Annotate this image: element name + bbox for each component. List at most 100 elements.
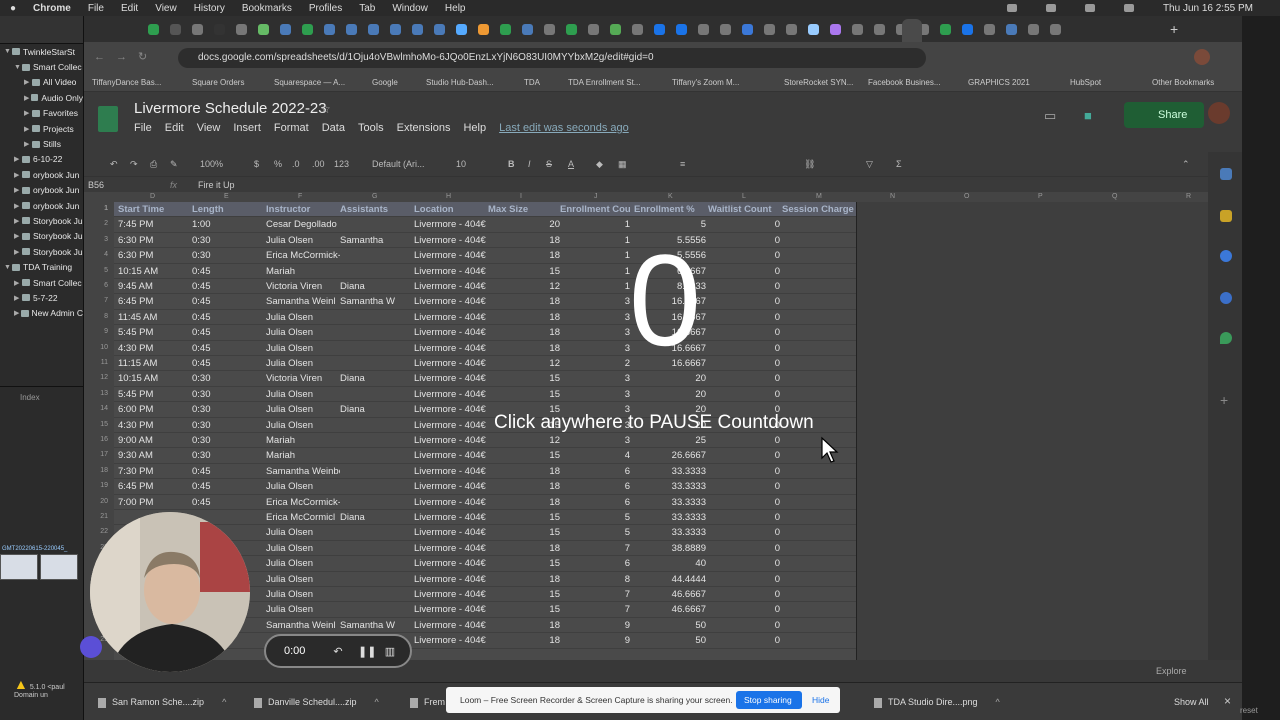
table-cell[interactable]: 0	[708, 481, 780, 492]
table-cell[interactable]: 0:45	[192, 358, 266, 369]
tab-favicon[interactable]	[346, 24, 357, 35]
bookmark-item[interactable]: Studio Hub-Dash...	[426, 78, 494, 87]
row-number[interactable]: 18	[84, 467, 108, 474]
avatar[interactable]	[1208, 102, 1230, 124]
table-cell[interactable]: 40	[634, 558, 706, 569]
download-item[interactable]: Danville Schedul....zip ^	[254, 697, 379, 708]
column-letter[interactable]: N	[890, 193, 895, 200]
table-cell[interactable]: Samantha W	[340, 296, 414, 307]
table-cell[interactable]: 0	[708, 543, 780, 554]
table-cell[interactable]: 3	[560, 389, 630, 400]
column-letter[interactable]: E	[224, 193, 229, 200]
table-cell[interactable]: 0	[708, 373, 780, 384]
table-cell[interactable]: 6:45 PM	[118, 481, 192, 492]
cell-reference[interactable]: B56	[88, 180, 104, 190]
tab-favicon[interactable]	[940, 24, 951, 35]
table-cell[interactable]: 9:00 AM	[118, 435, 192, 446]
row-number[interactable]: 5	[84, 267, 108, 274]
disclosure-icon[interactable]: ▶	[24, 94, 31, 102]
row-number[interactable]: 3	[84, 236, 108, 243]
table-cell[interactable]: 0:45	[192, 281, 266, 292]
table-cell[interactable]: Livermore - 404€	[414, 435, 488, 446]
table-cell[interactable]: 12	[488, 358, 560, 369]
tab-favicon[interactable]	[676, 24, 687, 35]
bookmark-item[interactable]: StoreRocket SYN...	[784, 78, 853, 87]
table-cell[interactable]: Julia Olsen	[266, 604, 340, 615]
table-cell[interactable]: 0	[708, 389, 780, 400]
table-cell[interactable]: Livermore - 404€	[414, 620, 488, 631]
table-cell[interactable]: 15	[488, 266, 560, 277]
table-cell[interactable]: 8	[560, 574, 630, 585]
table-cell[interactable]: Julia Olsen	[266, 235, 340, 246]
table-row[interactable]: 9 5:45 PM 0:45 Julia Olsen Livermore - 404€ 1…	[104, 325, 856, 341]
table-cell[interactable]: 44.4444	[634, 574, 706, 585]
table-cell[interactable]: 6:30 PM	[118, 235, 192, 246]
currency-button[interactable]: $	[254, 159, 259, 169]
column-header[interactable]: Session Charge	[782, 204, 856, 215]
tasks-icon[interactable]	[1220, 250, 1232, 262]
clip-thumbnail[interactable]	[0, 554, 38, 580]
url-input[interactable]: docs.google.com/spreadsheets/d/1Oju4oVBw…	[178, 48, 926, 68]
bookmark-item[interactable]: TiffanyDance Bas...	[92, 78, 161, 87]
hide-button[interactable]: Hide	[812, 695, 829, 705]
table-cell[interactable]: 0:30	[192, 404, 266, 415]
table-cell[interactable]: 6	[560, 481, 630, 492]
row-number[interactable]: 17	[84, 451, 108, 458]
table-cell[interactable]: 12	[488, 281, 560, 292]
table-cell[interactable]: 7	[560, 543, 630, 554]
library-item[interactable]: ▶ All Video	[0, 75, 83, 90]
library-item[interactable]: ▶ 6-10-22	[0, 152, 83, 167]
tab-favicon[interactable]	[302, 24, 313, 35]
column-letter[interactable]: M	[816, 193, 822, 200]
table-cell[interactable]: Erica McCormick-Davis	[266, 250, 340, 261]
table-cell[interactable]: 15	[488, 589, 560, 600]
menu-window[interactable]: Window	[392, 3, 428, 14]
disclosure-icon[interactable]: ▶	[14, 202, 22, 210]
table-cell[interactable]: 0:30	[192, 389, 266, 400]
apple-icon[interactable]: ●	[10, 3, 16, 14]
tab-favicon[interactable]	[478, 24, 489, 35]
table-cell[interactable]: 18	[488, 574, 560, 585]
table-cell[interactable]: Julia Olsen	[266, 481, 340, 492]
table-cell[interactable]: 0	[708, 466, 780, 477]
table-cell[interactable]: Livermore - 404€	[414, 404, 488, 415]
table-cell[interactable]: 0	[708, 558, 780, 569]
document-title[interactable]: Livermore Schedule 2022-23	[134, 100, 327, 117]
library-item[interactable]: ▶ Stills	[0, 136, 83, 151]
reload-icon[interactable]: ↻	[138, 50, 147, 63]
column-letter[interactable]: R	[1186, 193, 1191, 200]
align-icon[interactable]: ≡	[680, 159, 685, 169]
contacts-icon[interactable]	[1220, 292, 1232, 304]
table-row[interactable]: 3 6:30 PM 0:30 Julia Olsen Samantha Livermore…	[104, 233, 856, 249]
tab-favicon[interactable]	[214, 24, 225, 35]
table-cell[interactable]: Livermore - 404€	[414, 250, 488, 261]
table-cell[interactable]: 6	[560, 558, 630, 569]
disclosure-icon[interactable]: ▶	[14, 309, 21, 317]
table-cell[interactable]: 0:45	[192, 266, 266, 277]
library-item[interactable]: ▶ New Admin C	[0, 306, 83, 321]
italic-icon[interactable]: I	[528, 159, 531, 169]
column-letter[interactable]: H	[446, 193, 451, 200]
table-cell[interactable]: Livermore - 404€	[414, 343, 488, 354]
bookmark-item[interactable]: Other Bookmarks	[1152, 78, 1214, 87]
restart-icon[interactable]: ↶	[332, 646, 344, 658]
countdown-number[interactable]: 0	[610, 225, 720, 375]
table-cell[interactable]: Julia Olsen	[266, 527, 340, 538]
table-cell[interactable]: Samantha W	[340, 620, 414, 631]
row-number[interactable]: 10	[84, 344, 108, 351]
column-header[interactable]: Start Time	[118, 204, 192, 215]
table-cell[interactable]: 25	[634, 435, 706, 446]
disclosure-icon[interactable]: ▶	[14, 279, 22, 287]
paint-format-icon[interactable]: ✎	[170, 159, 178, 170]
table-row[interactable]: 10 4:30 PM 0:45 Julia Olsen Livermore - 404€…	[100, 341, 856, 356]
menu-help[interactable]: Help	[445, 3, 466, 14]
table-cell[interactable]: Samantha Weinl	[266, 620, 340, 631]
tab-favicon[interactable]	[1006, 24, 1017, 35]
meet-icon[interactable]: ■	[1084, 108, 1092, 123]
star-icon[interactable]: ☆	[320, 102, 331, 116]
library-item[interactable]: ▶ Storybook Ju	[0, 229, 83, 244]
tab-favicon[interactable]	[566, 24, 577, 35]
menu-insert[interactable]: Insert	[233, 122, 261, 134]
table-cell[interactable]: 18	[488, 343, 560, 354]
tab-favicon[interactable]	[412, 24, 423, 35]
